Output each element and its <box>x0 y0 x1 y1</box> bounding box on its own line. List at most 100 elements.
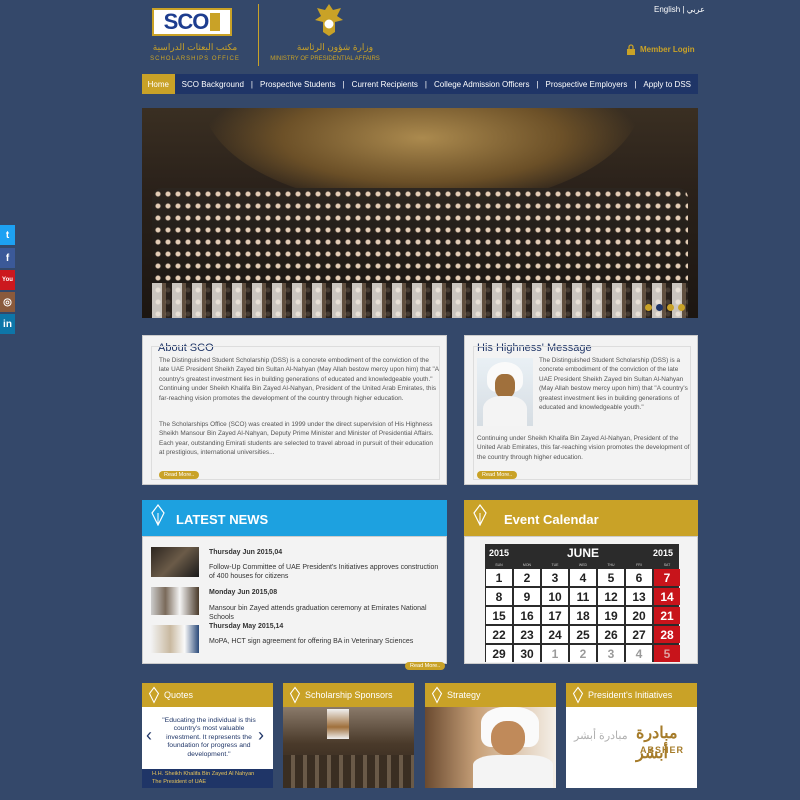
about-read-more-button[interactable]: Read More.. <box>159 471 200 479</box>
calendar-day-cell[interactable]: 3 <box>542 569 568 586</box>
news-headline: Mansour bin Zayed attends graduation cer… <box>209 605 427 621</box>
news-date: Thursday Jun 2015,04 <box>209 549 283 556</box>
logo-arabic-text: مكتب البعثات الدراسية <box>152 42 238 52</box>
calendar-day-cell[interactable]: 4 <box>626 645 652 662</box>
pen-nib-icon <box>151 504 165 526</box>
calendar-day-cell[interactable]: 10 <box>542 588 568 605</box>
pen-nib-icon <box>210 13 221 31</box>
event-calendar-title: Event Calendar <box>504 512 599 527</box>
calendar-day-cell[interactable]: 12 <box>598 588 624 605</box>
logo-text: SCO <box>163 9 210 34</box>
nav-apply-to-dss[interactable]: Apply to DSS <box>636 74 698 94</box>
nav-current-recipients[interactable]: Current Recipients <box>345 74 425 94</box>
calendar-day-cell[interactable]: 5 <box>598 569 624 586</box>
calendar-day-of-week: TUE <box>551 563 559 567</box>
quotes-tile[interactable]: Quotes ‹ › "Educating the individual is … <box>142 683 273 788</box>
slider-dot[interactable] <box>645 304 652 311</box>
calendar-day-cell[interactable]: 2 <box>514 569 540 586</box>
calendar-day-cell[interactable]: 20 <box>626 607 652 624</box>
slider-dot[interactable] <box>678 304 685 311</box>
nav-prospective-employers[interactable]: Prospective Employers <box>539 74 635 94</box>
calendar-year-left: 2015 <box>489 548 510 558</box>
calendar-day-cell[interactable]: 4 <box>570 569 596 586</box>
nav-prospective-students[interactable]: Prospective Students <box>253 74 343 94</box>
news-thumbnail <box>151 587 199 615</box>
news-thumbnail <box>151 547 199 577</box>
message-paragraph-2: Continuing under Sheikh Khalifa Bin Zaye… <box>477 435 690 461</box>
news-date: Monday Jun 2015,08 <box>209 589 278 596</box>
calendar-day-cell[interactable]: 26 <box>598 626 624 643</box>
calendar-day-cell[interactable]: 1 <box>542 645 568 662</box>
slider-dots <box>645 304 685 311</box>
slider-dot-active[interactable] <box>656 304 663 311</box>
strategy-tile[interactable]: Strategy <box>425 683 556 788</box>
calendar-day-cell[interactable]: 24 <box>542 626 568 643</box>
sco-logo[interactable]: SCO <box>152 8 232 36</box>
quotes-title: Quotes <box>164 690 194 700</box>
nav-college-admission-officers[interactable]: College Admission Officers <box>427 74 536 94</box>
calendar-day-cell[interactable]: 27 <box>626 626 652 643</box>
lang-english-link[interactable]: English <box>654 5 680 14</box>
quote-next-arrow-icon[interactable]: › <box>258 725 264 746</box>
absher-arabic-logo-faded: مبادرة أبشر <box>574 730 628 742</box>
hero-slider-image[interactable] <box>142 108 698 318</box>
quote-author: H.H. Sheikh Khalifa Bin Zayed Al Nahyan <box>152 771 255 777</box>
calendar-day-cell[interactable]: 15 <box>486 607 512 624</box>
calendar-day-cell[interactable]: 16 <box>514 607 540 624</box>
scholarship-sponsors-tile[interactable]: Scholarship Sponsors <box>283 683 414 788</box>
calendar-day-cell[interactable]: 8 <box>486 588 512 605</box>
message-read-more-button[interactable]: Read More.. <box>477 471 518 479</box>
calendar-day-cell[interactable]: 22 <box>486 626 512 643</box>
calendar-day-cell[interactable]: 14 <box>654 588 680 605</box>
twitter-icon[interactable]: t <box>0 225 15 245</box>
calendar-day-cell[interactable]: 5 <box>654 645 680 662</box>
nav-home[interactable]: Home <box>142 74 175 94</box>
pen-nib-icon <box>431 686 443 704</box>
calendar-day-cell[interactable]: 6 <box>626 569 652 586</box>
calendar-day-cell[interactable]: 1 <box>486 569 512 586</box>
quote-text: "Educating the individual is this countr… <box>162 717 256 758</box>
facebook-icon[interactable]: f <box>0 248 15 268</box>
absher-english-logo: ABSHER <box>640 745 685 755</box>
youtube-icon[interactable]: You <box>0 270 15 290</box>
instagram-icon[interactable]: ◎ <box>0 292 15 312</box>
calendar-day-cell[interactable]: 23 <box>514 626 540 643</box>
pen-nib-icon <box>148 686 160 704</box>
hero-front-row <box>152 283 688 318</box>
calendar-day-of-week: SAT <box>663 563 671 567</box>
initiatives-tile-header: President's Initiatives <box>566 683 697 707</box>
pen-nib-icon <box>473 504 487 526</box>
nav-sco-background[interactable]: SCO Background <box>175 74 251 94</box>
calendar-day-cell[interactable]: 25 <box>570 626 596 643</box>
calendar-day-cell[interactable]: 18 <box>570 607 596 624</box>
calendar-day-cell[interactable]: 17 <box>542 607 568 624</box>
news-headline: Follow-Up Committee of UAE President's I… <box>209 564 439 580</box>
calendar-day-cell[interactable]: 9 <box>514 588 540 605</box>
latest-news-panel: Thursday Jun 2015,04 Follow-Up Committee… <box>142 536 447 670</box>
about-sco-paragraph-2: The Scholarships Office (SCO) was create… <box>159 421 434 457</box>
calendar-day-cell[interactable]: 29 <box>486 645 512 662</box>
calendar-day-cell[interactable]: 13 <box>626 588 652 605</box>
sponsors-building-image <box>283 707 414 788</box>
calendar-day-cell[interactable]: 28 <box>654 626 680 643</box>
calendar-day-cell[interactable]: 19 <box>598 607 624 624</box>
member-login-button[interactable]: Member Login <box>626 44 695 55</box>
calendar-day-cell[interactable]: 11 <box>570 588 596 605</box>
calendar-day-cell[interactable]: 21 <box>654 607 680 624</box>
quote-prev-arrow-icon[interactable]: ‹ <box>146 725 152 746</box>
calendar-year-right: 2015 <box>653 548 674 558</box>
lang-arabic-link[interactable]: عربي <box>687 5 705 14</box>
sponsors-tile-header: Scholarship Sponsors <box>283 683 414 707</box>
calendar-day-of-week: WED <box>578 563 588 567</box>
calendar-day-cell[interactable]: 7 <box>654 569 680 586</box>
news-headline: MoPA, HCT sign agreement for offering BA… <box>209 638 414 645</box>
calendar-day-cell[interactable]: 3 <box>598 645 624 662</box>
calendar-day-cell[interactable]: 2 <box>570 645 596 662</box>
quote-author-title: The President of UAE <box>152 779 207 785</box>
presidents-initiatives-tile[interactable]: President's Initiatives مبادرة أبشر مباد… <box>566 683 697 788</box>
calendar-day-cell[interactable]: 30 <box>514 645 540 662</box>
calendar-day-of-week: SUN <box>495 563 503 567</box>
slider-dot[interactable] <box>667 304 674 311</box>
linkedin-icon[interactable]: in <box>0 314 15 334</box>
news-read-more-button[interactable]: Read More.. <box>405 662 446 670</box>
